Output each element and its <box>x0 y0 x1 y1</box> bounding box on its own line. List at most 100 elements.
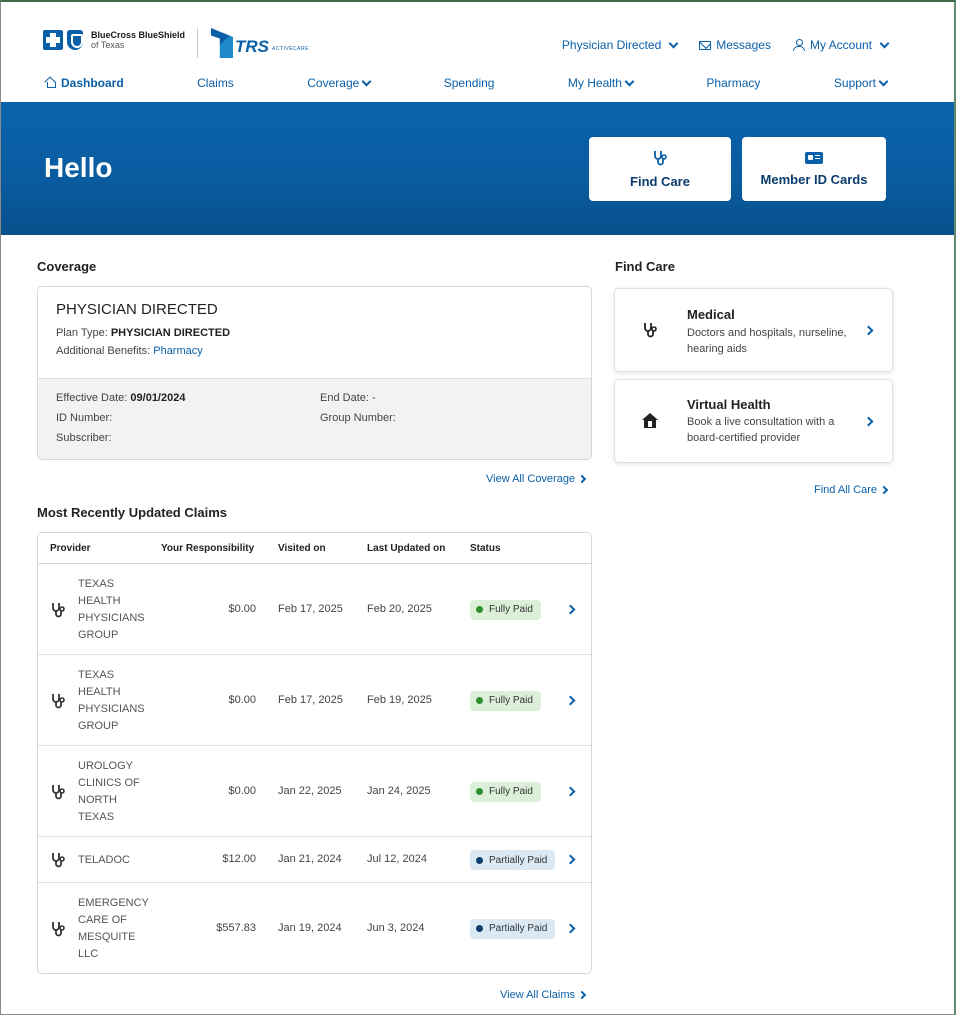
trs-logo[interactable]: TRS ACTIVECARE <box>211 28 309 58</box>
claim-provider: EMERGENCY CARE OF MESQUITE LLC <box>78 895 158 963</box>
claim-provider-line: LLC <box>78 947 99 960</box>
claim-provider: TEXAS HEALTH PHYSICIANS GROUP <box>78 667 158 735</box>
claim-updated-date: Feb 19, 2025 <box>367 693 432 706</box>
status-dot-icon <box>476 925 483 932</box>
nav-claims[interactable]: Claims <box>197 76 234 90</box>
envelope-icon <box>699 40 712 50</box>
virtual-health-description: Book a live consultation with a board-ce… <box>687 416 835 444</box>
chevron-down-icon <box>879 38 890 48</box>
nav-dashboard[interactable]: Dashboard <box>45 76 124 90</box>
col-provider: Provider <box>50 543 91 554</box>
my-account-menu[interactable]: My Account <box>792 38 890 52</box>
group-number-label: Group Number: <box>320 412 396 424</box>
benefits-label: Additional Benefits: <box>56 345 151 357</box>
view-all-coverage-link[interactable]: View All Coverage <box>486 473 587 485</box>
claim-responsibility: $0.00 <box>228 602 256 615</box>
virtual-health-title: Virtual Health <box>687 397 771 412</box>
member-id-cards-button[interactable]: Member ID Cards <box>742 137 886 201</box>
view-all-coverage-label: View All Coverage <box>486 473 576 485</box>
medical-care-card[interactable]: Medical Doctors and hospitals, nurseline… <box>614 288 893 372</box>
coverage-details: Effective Date: 09/01/2024 End Date: - I… <box>38 378 591 459</box>
status-label: Fully Paid <box>489 604 533 615</box>
claim-provider-line: TEXAS <box>78 668 115 681</box>
my-account-label: My Account <box>809 38 872 52</box>
stethoscope-icon <box>642 322 658 338</box>
chevron-right-icon[interactable] <box>565 695 576 705</box>
member-id-cards-label: Member ID Cards <box>760 171 868 187</box>
claim-row[interactable]: EMERGENCY CARE OF MESQUITE LLC $557.83 Jan 19… <box>38 883 591 973</box>
end-date-label: End Date: <box>320 392 369 404</box>
chevron-right-icon[interactable] <box>565 923 576 933</box>
find-care-section-title: Find Care <box>615 259 675 274</box>
claim-row[interactable]: TEXAS HEALTH PHYSICIANS GROUP $0.00 Feb 17, 2… <box>38 564 591 655</box>
nav-spending[interactable]: Spending <box>444 76 495 90</box>
pharmacy-benefit-link[interactable]: Pharmacy <box>153 345 203 357</box>
logo-divider <box>197 28 198 58</box>
claim-visited-date: Feb 17, 2025 <box>278 602 343 615</box>
claim-provider-line: MESQUITE <box>78 930 136 943</box>
plan-type-value: PHYSICIAN DIRECTED <box>110 327 231 339</box>
house-medical-icon <box>642 413 658 428</box>
chevron-right-icon[interactable] <box>565 604 576 614</box>
claim-row[interactable]: TELADOC $12.00 Jan 21, 2024 Jul 12, 2024 Par… <box>38 837 591 883</box>
find-care-button[interactable]: Find Care <box>589 137 731 201</box>
nav-support[interactable]: Support <box>833 76 889 90</box>
claim-responsibility: $0.00 <box>228 693 256 706</box>
coverage-section-title: Coverage <box>37 259 97 274</box>
chevron-right-icon <box>879 485 889 495</box>
claim-provider: TEXAS HEALTH PHYSICIANS GROUP <box>78 576 158 644</box>
stethoscope-icon <box>50 602 66 618</box>
status-badge: Fully Paid <box>470 599 541 620</box>
id-card-icon <box>805 151 823 164</box>
nav-coverage[interactable]: Coverage <box>307 76 372 90</box>
claim-updated-date: Jul 12, 2024 <box>367 853 427 865</box>
medical-title: Medical <box>687 307 735 322</box>
claim-row[interactable]: TEXAS HEALTH PHYSICIANS GROUP $0.00 Feb 17, 2… <box>38 655 591 746</box>
end-date: End Date: - <box>320 392 376 404</box>
nav-my-health[interactable]: My Health <box>568 76 635 90</box>
claims-table: Provider Your Responsibility Visited on … <box>37 532 592 974</box>
plan-selector[interactable]: Physician Directed <box>562 38 679 52</box>
chevron-right-icon[interactable] <box>565 786 576 796</box>
chevron-right-icon[interactable] <box>565 854 576 865</box>
claims-section-title: Most Recently Updated Claims <box>37 505 227 520</box>
claims-table-header: Provider Your Responsibility Visited on … <box>38 533 591 564</box>
claim-provider-line: HEALTH <box>78 685 121 698</box>
messages-link[interactable]: Messages <box>699 38 771 52</box>
chevron-down-icon <box>361 76 372 86</box>
find-all-care-label: Find All Care <box>814 484 877 496</box>
claim-row[interactable]: UROLOGY CLINICS OF NORTH TEXAS $0.00 Jan 22, … <box>38 746 591 837</box>
id-number-label: ID Number: <box>56 412 113 424</box>
virtual-health-card[interactable]: Virtual Health Book a live consultation … <box>614 379 893 463</box>
app-window: BlueCross BlueShield of Texas TRS ACTIVE… <box>0 0 956 1015</box>
claim-provider-line: CLINICS OF <box>78 776 140 789</box>
messages-label: Messages <box>716 38 771 52</box>
claim-provider: TELADOC <box>78 852 158 869</box>
claims-table-body: TEXAS HEALTH PHYSICIANS GROUP $0.00 Feb 17, 2… <box>38 564 591 973</box>
brand-region: of Texas <box>91 40 125 50</box>
status-label: Partially Paid <box>489 923 548 934</box>
col-status: Status <box>470 543 501 554</box>
bcbs-logo[interactable]: BlueCross BlueShield of Texas <box>43 30 185 50</box>
find-care-label: Find Care <box>630 173 690 189</box>
stethoscope-icon <box>50 693 66 709</box>
chevron-right-icon <box>863 325 874 336</box>
claim-provider-line: GROUP <box>78 719 119 732</box>
trs-subtext: ACTIVECARE <box>272 46 309 52</box>
find-all-care-link[interactable]: Find All Care <box>814 484 889 496</box>
stethoscope-icon <box>50 921 66 937</box>
trs-text: TRS <box>235 37 269 56</box>
bcbs-shield-icon <box>67 30 83 50</box>
claim-provider: UROLOGY CLINICS OF NORTH TEXAS <box>78 758 158 826</box>
nav-support-label: Support <box>833 76 876 90</box>
claim-visited-date: Jan 22, 2025 <box>278 784 342 797</box>
status-dot-icon <box>476 697 483 704</box>
benefits-line: Additional Benefits: Pharmacy <box>56 345 573 357</box>
claim-responsibility: $557.83 <box>216 921 256 934</box>
claim-provider-line: CARE OF <box>78 913 127 926</box>
nav-pharmacy[interactable]: Pharmacy <box>706 76 760 90</box>
view-all-claims-link[interactable]: View All Claims <box>500 989 587 1001</box>
claim-provider-line: PHYSICIANS <box>78 611 145 624</box>
claim-visited-date: Jan 19, 2024 <box>278 921 342 934</box>
claim-provider-line: PHYSICIANS <box>78 702 145 715</box>
